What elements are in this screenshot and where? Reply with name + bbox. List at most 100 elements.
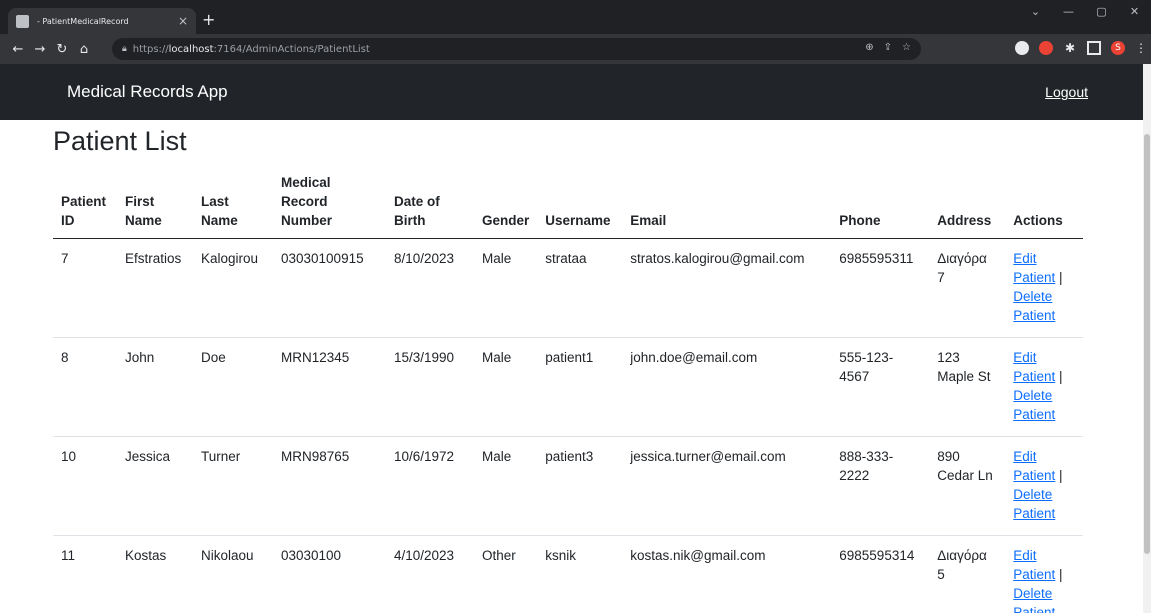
header-address: Address	[929, 169, 1006, 239]
maximize-button[interactable]: ▢	[1085, 0, 1118, 24]
mrn-cell: 03030100	[273, 535, 386, 613]
actions-cell: Edit Patient | Delete Patient	[1005, 238, 1084, 338]
puzzle-icon[interactable]: ✱	[1063, 41, 1077, 55]
edit-patient-link[interactable]: Edit Patient	[1013, 350, 1055, 384]
page-scrollbar[interactable]	[1143, 64, 1151, 613]
header-first-name: First Name	[117, 169, 193, 239]
url-text: https://localhost:7164/AdminActions/Pati…	[132, 43, 370, 55]
action-separator: |	[1055, 468, 1063, 483]
username-cell: ksnik	[537, 535, 623, 613]
app-navbar: Medical Records App Logout	[0, 64, 1151, 120]
sidepanel-icon[interactable]	[1087, 41, 1101, 55]
menu-icon[interactable]: ⋮	[1135, 41, 1147, 55]
reload-icon[interactable]: ↻	[52, 42, 72, 57]
tab-search-icon[interactable]: ⌄	[1019, 0, 1052, 24]
address-cell: Διαγόρα 7	[929, 238, 1006, 338]
patient-id-cell: 8	[53, 337, 117, 437]
mrn-cell: MRN12345	[273, 337, 386, 437]
delete-patient-link[interactable]: Delete Patient	[1013, 487, 1055, 521]
brand-link[interactable]: Medical Records App	[67, 82, 228, 102]
username-cell: strataa	[537, 238, 623, 338]
patient-id-cell: 10	[53, 436, 117, 536]
table-row: 11 Kostas Nikolaou 03030100 4/10/2023 Other ks…	[53, 535, 1084, 613]
browser-tab[interactable]: - PatientMedicalRecord ×	[8, 8, 196, 34]
phone-cell: 888-333-2222	[831, 436, 930, 536]
tab-title: - PatientMedicalRecord	[37, 16, 129, 26]
profile-avatar[interactable]: S	[1111, 41, 1125, 55]
gender-cell: Male	[474, 337, 538, 437]
email-cell: stratos.kalogirou@gmail.com	[622, 238, 832, 338]
header-username: Username	[537, 169, 623, 239]
bookmark-star-icon[interactable]: ☆	[902, 42, 911, 53]
actions-cell: Edit Patient | Delete Patient	[1005, 337, 1084, 437]
last-name-cell: Nikolaou	[193, 535, 273, 613]
email-cell: john.doe@email.com	[622, 337, 832, 437]
delete-patient-link[interactable]: Delete Patient	[1013, 289, 1055, 323]
phone-cell: 6985595314	[831, 535, 930, 613]
email-cell: jessica.turner@email.com	[622, 436, 832, 536]
edit-patient-link[interactable]: Edit Patient	[1013, 449, 1055, 483]
header-mrn: Medical Record Number	[273, 169, 386, 239]
favicon-icon	[16, 14, 29, 28]
patient-id-cell: 11	[53, 535, 117, 613]
phone-cell: 555-123-4567	[831, 337, 930, 437]
first-name-cell: Kostas	[117, 535, 193, 613]
gender-cell: Male	[474, 436, 538, 536]
edit-patient-link[interactable]: Edit Patient	[1013, 251, 1055, 285]
address-cell: 123 Maple St	[929, 337, 1006, 437]
logout-link[interactable]: Logout	[1045, 84, 1088, 100]
first-name-cell: Jessica	[117, 436, 193, 536]
close-window-button[interactable]: ✕	[1118, 0, 1151, 24]
window-controls: ⌄ — ▢ ✕	[1019, 0, 1151, 24]
delete-patient-link[interactable]: Delete Patient	[1013, 586, 1055, 613]
header-patient-id: Patient ID	[53, 169, 117, 239]
new-tab-button[interactable]: +	[202, 10, 215, 29]
first-name-cell: John	[117, 337, 193, 437]
forward-icon[interactable]: →	[30, 42, 50, 57]
share-icon[interactable]: ⇪	[884, 42, 892, 53]
edit-patient-link[interactable]: Edit Patient	[1013, 548, 1055, 582]
last-name-cell: Turner	[193, 436, 273, 536]
home-icon[interactable]: ⌂	[74, 42, 94, 57]
table-header-row: Patient ID First Name Last Name Medical …	[53, 169, 1084, 239]
scrollbar-thumb[interactable]	[1144, 134, 1150, 554]
header-gender: Gender	[474, 169, 538, 239]
mrn-cell: 03030100915	[273, 238, 386, 338]
actions-cell: Edit Patient | Delete Patient	[1005, 436, 1084, 536]
first-name-cell: Efstratios	[117, 238, 193, 338]
address-cell: 890 Cedar Ln	[929, 436, 1006, 536]
dob-cell: 10/6/1972	[386, 436, 474, 536]
dob-cell: 8/10/2023	[386, 238, 474, 338]
email-cell: kostas.nik@gmail.com	[622, 535, 832, 613]
browser-tabbar: - PatientMedicalRecord × + ⌄ — ▢ ✕	[0, 0, 1151, 34]
lock-icon: 🔒︎	[122, 44, 127, 54]
header-phone: Phone	[831, 169, 930, 239]
omnibox-actions: ⊕ ⇪ ☆	[865, 42, 911, 53]
mrn-cell: MRN98765	[273, 436, 386, 536]
table-row: 8 John Doe MRN12345 15/3/1990 Male patient1 joh…	[53, 337, 1084, 437]
zoom-icon[interactable]: ⊕	[865, 42, 873, 53]
main-content: Patient List Patient ID First Name Last …	[0, 120, 1151, 613]
gender-cell: Other	[474, 535, 538, 613]
action-separator: |	[1055, 270, 1063, 285]
delete-patient-link[interactable]: Delete Patient	[1013, 388, 1055, 422]
page-title: Patient List	[53, 126, 187, 156]
last-name-cell: Kalogirou	[193, 238, 273, 338]
extension-icon[interactable]	[1039, 41, 1053, 55]
username-cell: patient3	[537, 436, 623, 536]
extensions-area: ✱ S ⋮	[1015, 41, 1147, 55]
dob-cell: 4/10/2023	[386, 535, 474, 613]
address-bar[interactable]: 🔒︎ https://localhost:7164/AdminActions/P…	[112, 38, 921, 60]
patient-table: Patient ID First Name Last Name Medical …	[53, 169, 1084, 613]
action-separator: |	[1055, 369, 1063, 384]
back-icon[interactable]: ←	[8, 42, 28, 57]
phone-cell: 6985595311	[831, 238, 930, 338]
header-last-name: Last Name	[193, 169, 273, 239]
extension-icon[interactable]	[1015, 41, 1029, 55]
minimize-button[interactable]: —	[1052, 0, 1085, 24]
last-name-cell: Doe	[193, 337, 273, 437]
table-row: 7 Efstratios Kalogirou 03030100915 8/10/2023…	[53, 238, 1084, 338]
patient-id-cell: 7	[53, 238, 117, 338]
browser-toolbar: ← → ↻ ⌂ 🔒︎ https://localhost:7164/AdminA…	[0, 34, 1151, 64]
tab-close-icon[interactable]: ×	[178, 14, 188, 28]
